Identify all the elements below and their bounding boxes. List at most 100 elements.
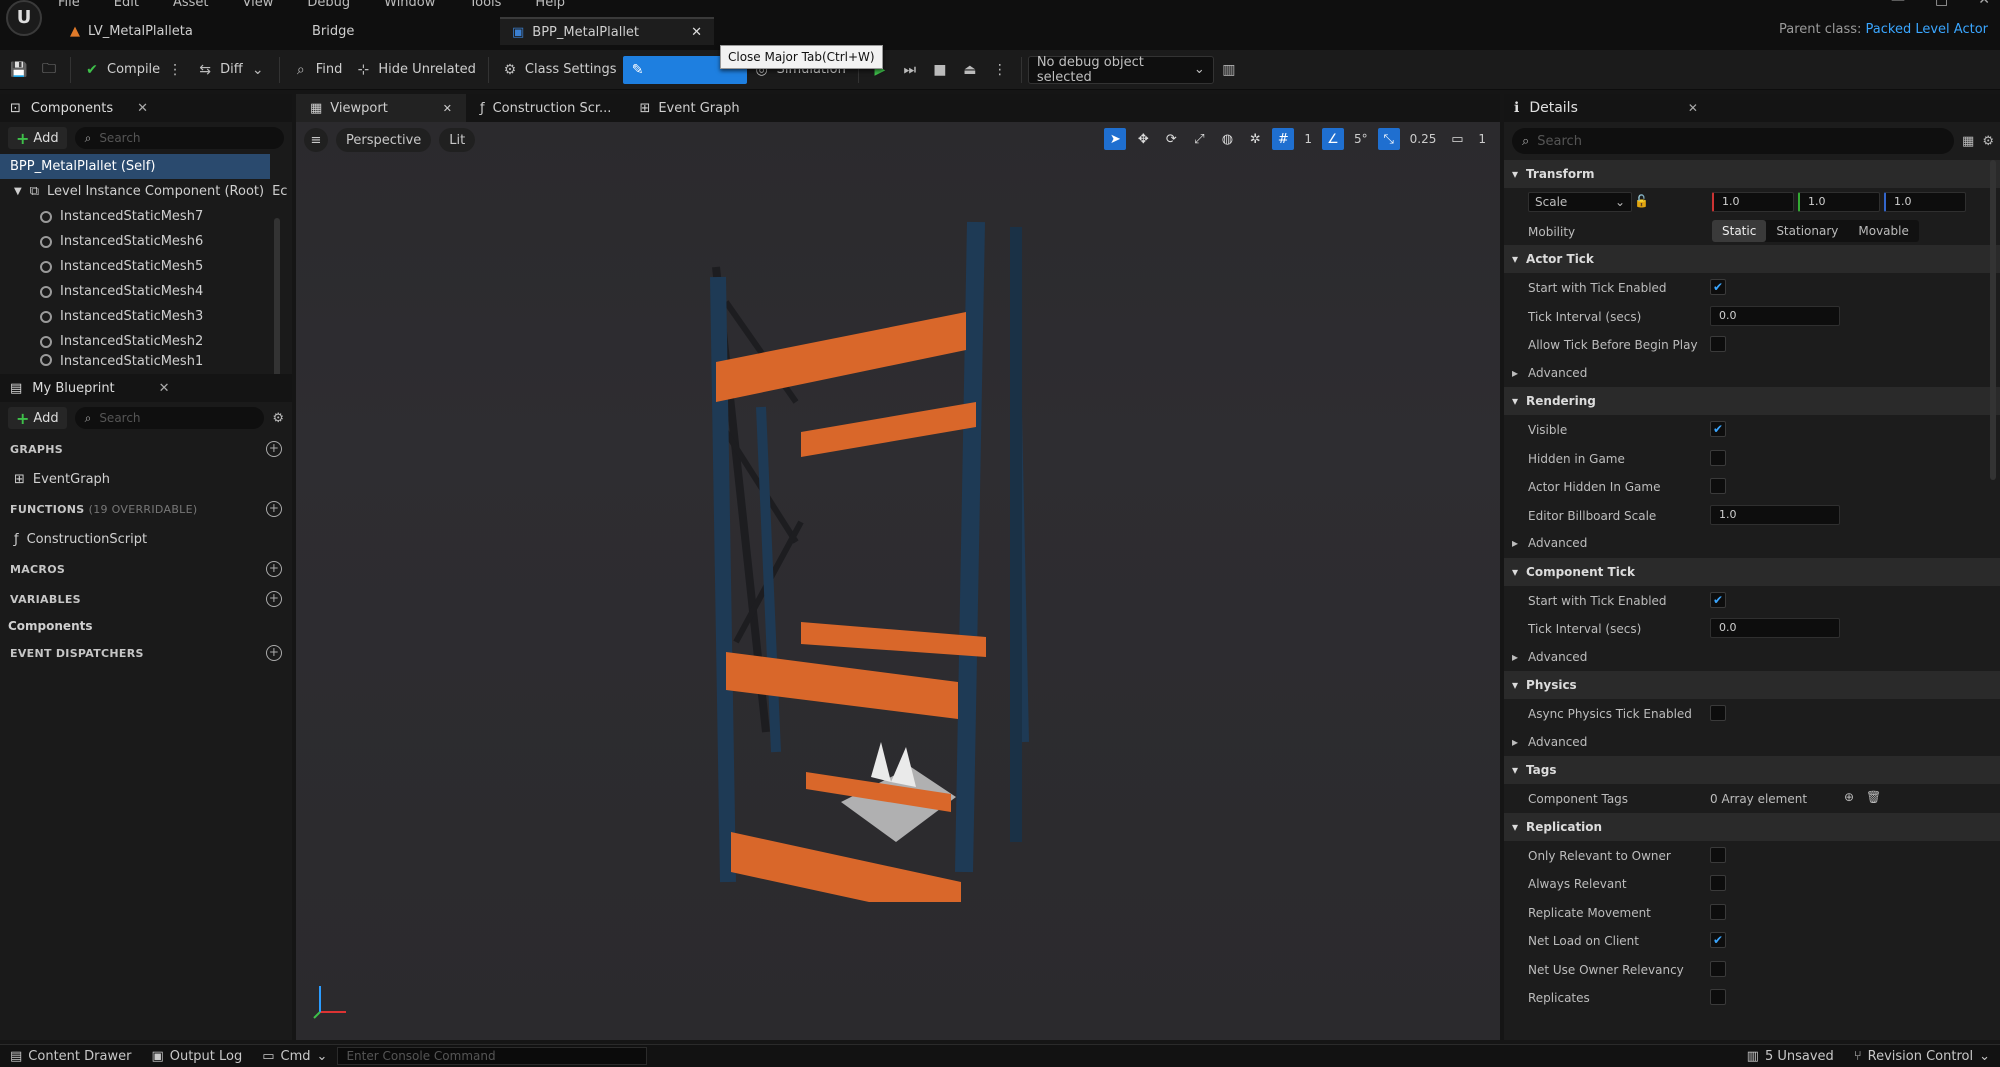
close-icon[interactable]: ✕ <box>1688 101 1698 115</box>
tree-item-root[interactable]: ▼ ⧉ Level Instance Component (Root) Ec <box>0 179 292 204</box>
world-icon[interactable]: ◍ <box>1216 128 1238 150</box>
perspective-button[interactable]: Perspective <box>336 128 432 152</box>
section-graphs[interactable]: GRAPHS + <box>0 434 292 464</box>
blueprint-search-input[interactable]: ⌕ Search <box>74 407 265 429</box>
components-search-input[interactable]: ⌕ Search <box>74 127 284 149</box>
camera-speed-icon[interactable]: ▭ <box>1446 128 1468 150</box>
compile-button[interactable]: ✔ Compile ⋮ <box>77 56 190 84</box>
category-tags[interactable]: ▾ Tags <box>1504 756 2000 784</box>
camera-speed-value[interactable]: 1 <box>1474 132 1490 146</box>
angle-snap-icon[interactable]: ∠ <box>1322 128 1344 150</box>
rotate-icon[interactable]: ⟳ <box>1160 128 1182 150</box>
start-with-tick-checkbox[interactable]: ✔ <box>1710 279 1726 295</box>
component-tick-interval-input[interactable]: 0.0 <box>1710 618 1840 638</box>
diff-button[interactable]: ⇆ Diff ⌄ <box>190 56 273 84</box>
tree-item-mesh[interactable]: InstancedStaticMesh3 <box>0 304 292 329</box>
play-options-button[interactable]: ⋮ <box>985 56 1015 84</box>
scale-mode-select[interactable]: Scale ⌄ <box>1528 192 1632 212</box>
parent-class-value[interactable]: Packed Level Actor <box>1866 22 1988 37</box>
scale-x-input[interactable]: 1.0 <box>1712 192 1794 212</box>
event-graph-item[interactable]: ⊞ EventGraph <box>0 464 292 494</box>
add-component-button[interactable]: + Add <box>8 127 67 149</box>
details-search-input[interactable]: ⌕ Search <box>1512 128 1955 154</box>
add-graph-icon[interactable]: + <box>266 441 282 457</box>
grid-snap-icon[interactable]: # <box>1272 128 1295 150</box>
section-event-dispatchers[interactable]: EVENT DISPATCHERS + <box>0 638 292 668</box>
mobility-static[interactable]: Static <box>1712 219 1767 242</box>
menu-file[interactable]: File <box>58 0 80 10</box>
net-load-checkbox[interactable]: ✔ <box>1710 932 1726 948</box>
viewport-menu-button[interactable]: ≡ <box>304 128 328 152</box>
close-icon[interactable]: ✕ <box>137 101 148 116</box>
category-actor-tick[interactable]: ▾ Actor Tick <box>1504 245 2000 273</box>
scale-y-input[interactable]: 1.0 <box>1798 192 1880 212</box>
advanced-expander[interactable]: ▸ Advanced <box>1504 359 2000 388</box>
async-physics-checkbox[interactable] <box>1710 705 1726 721</box>
debug-filter-button[interactable]: ▥ <box>1214 56 1244 84</box>
debug-object-select[interactable]: No debug object selected ⌄ <box>1027 55 1214 85</box>
gear-icon[interactable]: ⚙ <box>272 411 284 426</box>
category-rendering[interactable]: ▾ Rendering <box>1504 387 2000 415</box>
add-function-icon[interactable]: + <box>266 501 282 517</box>
cmd-button[interactable]: ▭ Cmd ⌄ <box>252 1045 337 1067</box>
hidden-in-game-checkbox[interactable] <box>1710 449 1726 466</box>
more-options-icon[interactable]: ⋮ <box>166 61 184 79</box>
only-relevant-checkbox[interactable] <box>1710 846 1726 863</box>
allow-tick-checkbox[interactable] <box>1710 336 1726 352</box>
translate-icon[interactable]: ✥ <box>1132 128 1154 150</box>
category-replication[interactable]: ▾ Replication <box>1504 812 2000 841</box>
details-scrollbar[interactable] <box>1990 160 1996 480</box>
category-transform[interactable]: ▾ Transform <box>1504 160 2000 188</box>
unsaved-button[interactable]: ▥ 5 Unsaved <box>1737 1045 1844 1067</box>
hide-unrelated-button[interactable]: ⊹ Hide Unrelated <box>348 56 482 84</box>
add-variable-icon[interactable]: + <box>266 591 282 607</box>
tree-scrollbar[interactable] <box>274 218 280 374</box>
close-icon[interactable]: ✕ <box>159 381 170 396</box>
tree-item-mesh[interactable]: InstancedStaticMesh7 <box>0 204 292 229</box>
menu-view[interactable]: View <box>243 0 274 10</box>
eject-button[interactable]: ⏏ <box>955 56 985 84</box>
gear-icon[interactable]: ⚙ <box>1982 134 1994 149</box>
unreal-logo-icon[interactable]: U <box>6 0 42 36</box>
find-button[interactable]: ⌕ Find <box>286 56 349 84</box>
menu-help[interactable]: Help <box>535 0 565 10</box>
expand-arrow-icon[interactable]: ▼ <box>14 186 22 197</box>
save-button[interactable]: 💾 <box>4 56 34 84</box>
replicate-movement-checkbox[interactable] <box>1710 903 1726 920</box>
metal-pallet-rack-model[interactable] <box>666 182 1126 902</box>
step-button[interactable]: ⏭ <box>895 56 925 84</box>
advanced-expander[interactable]: ▸ Advanced <box>1504 728 2000 757</box>
details-tab[interactable]: ℹ Details ✕ <box>1504 94 2000 122</box>
select-icon[interactable]: ➤ <box>1104 128 1127 150</box>
section-macros[interactable]: MACROS + <box>0 554 292 584</box>
tick-interval-input[interactable]: 0.0 <box>1710 305 1840 326</box>
scale-z-input[interactable]: 1.0 <box>1884 192 1966 212</box>
components-tab[interactable]: ⊡ Components ✕ <box>0 94 292 122</box>
my-blueprint-tab[interactable]: ▤ My Blueprint ✕ <box>0 374 292 402</box>
trash-icon[interactable]: 🗑 <box>1866 790 1881 804</box>
tab-viewport[interactable]: ▦ Viewport ✕ <box>296 94 466 122</box>
tab-bpp-metalplallet[interactable]: ▣ BPP_MetalPlallet ✕ <box>500 17 714 45</box>
minimize-icon[interactable]: — <box>1891 0 1905 8</box>
variables-components-category[interactable]: Components <box>0 614 292 638</box>
tab-bridge[interactable]: Bridge <box>300 17 366 45</box>
class-settings-button[interactable]: ⚙ Class Settings <box>495 56 623 84</box>
angle-snap-value[interactable]: 5° <box>1350 132 1372 146</box>
component-start-with-tick-checkbox[interactable]: ✔ <box>1710 591 1726 608</box>
mobility-stationary[interactable]: Stationary <box>1766 220 1848 242</box>
tree-item-self[interactable]: BPP_MetalPlallet (Self) <box>0 154 270 179</box>
add-member-button[interactable]: + Add <box>8 407 67 429</box>
add-dispatcher-icon[interactable]: + <box>266 645 282 661</box>
menu-debug[interactable]: Debug <box>307 0 350 10</box>
close-window-icon[interactable]: ✕ <box>1978 0 1990 8</box>
menu-window[interactable]: Window <box>384 0 435 10</box>
stop-button[interactable]: ■ <box>925 56 955 84</box>
advanced-expander[interactable]: ▸ Advanced <box>1504 643 2000 672</box>
revision-control-button[interactable]: ⑂ Revision Control ⌄ <box>1844 1045 2000 1067</box>
tree-item-mesh[interactable]: InstancedStaticMesh6 <box>0 229 292 254</box>
viewport[interactable]: ≡ Perspective Lit ➤ ✥ ⟳ ⤢ ◍ ✲ # 1 ∠ 5° ⤡… <box>296 122 1500 1040</box>
grid-snap-value[interactable]: 1 <box>1300 132 1316 146</box>
actor-hidden-checkbox[interactable] <box>1710 478 1726 494</box>
close-icon[interactable]: ✕ <box>443 102 452 115</box>
advanced-expander[interactable]: ▸ Advanced <box>1504 529 2000 558</box>
